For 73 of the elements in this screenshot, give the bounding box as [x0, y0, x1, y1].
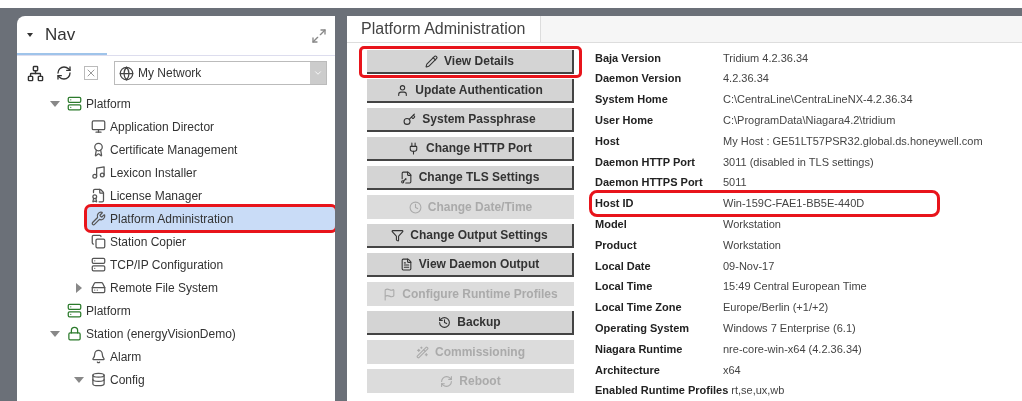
- refresh-icon: [440, 374, 454, 388]
- tree-item[interactable]: Alarm: [87, 345, 150, 368]
- tree-item[interactable]: Station Copier: [87, 230, 195, 253]
- key-icon: [403, 112, 417, 126]
- detail-row-text: Niagara Runtime nre-core-win-x64 (4.2.36.34): [594, 341, 863, 357]
- panel-title: Nav: [45, 23, 76, 46]
- detail-row-text: Local Time 15:49 Central European Time: [594, 279, 868, 295]
- tree-item[interactable]: Certificate Management: [87, 138, 246, 161]
- history-icon: [438, 315, 452, 329]
- action-button[interactable]: System Passphrase: [367, 108, 574, 133]
- tree-icon[interactable]: [27, 64, 44, 82]
- detail-row-text: Daemon HTTPS Port 5011: [594, 175, 748, 191]
- action-button[interactable]: Change TLS Settings: [367, 166, 574, 191]
- detail-row-text: Local Date 09-Nov-17: [594, 258, 776, 274]
- detail-row-text: System Home C:\CentraLine\CentraLineNX-4.2.36.34: [594, 92, 914, 108]
- action-button[interactable]: View Daemon Output: [367, 253, 574, 278]
- network-dropdown[interactable]: My Network: [114, 61, 327, 85]
- copy-icon: [91, 234, 106, 249]
- wand-icon: [416, 345, 429, 359]
- action-button[interactable]: Change HTTP Port: [367, 137, 574, 162]
- action-button[interactable]: View Details: [367, 50, 574, 75]
- detail-row-text: Host My Host : GE51LT57PSR32.global.ds.honeywell.com: [594, 133, 984, 149]
- drive-icon: [91, 280, 106, 295]
- detail-row-text: User Home C:\ProgramData\Niagara4.2\tridium: [594, 113, 897, 128]
- wrench-icon: [91, 211, 106, 226]
- detail-row-text: Operating System Windows 7 Enterprise (6.1): [594, 320, 857, 336]
- tree-item[interactable]: License Manager: [87, 184, 211, 207]
- tree-item[interactable]: Lexicon Installer: [87, 161, 205, 184]
- tree-item[interactable]: TCP/IP Configuration: [87, 253, 232, 276]
- tree-item[interactable]: Remote File System: [87, 276, 227, 299]
- view-title: Platform Administration: [347, 16, 541, 43]
- tree-item[interactable]: Platform: [63, 299, 139, 322]
- tree-item[interactable]: Platform Administration: [87, 207, 335, 230]
- detail-row-text: Daemon Version 4.2.36.34: [594, 71, 770, 87]
- tree-item[interactable]: Config: [87, 368, 153, 391]
- detail-row-text: Local Time Zone Europe/Berlin (+1/+2): [594, 300, 830, 316]
- detail-row-text: Daemon HTTP Port 3011 (disabled in TLS settings): [594, 154, 875, 170]
- detail-row-text: Model Workstation: [594, 216, 782, 232]
- filter-icon: [391, 228, 405, 242]
- detail-row-text: Product Workstation: [594, 237, 782, 253]
- tree-item[interactable]: Platform: [63, 92, 139, 115]
- collapse-icon[interactable]: [76, 282, 82, 293]
- database-icon: [91, 372, 106, 387]
- maximize-icon[interactable]: [311, 27, 327, 44]
- close-icon[interactable]: [84, 66, 98, 80]
- detail-row-text: Architecture x64: [594, 362, 742, 378]
- monitor-icon: [91, 119, 106, 134]
- detail-row-text: Baja Version Tridium 4.2.36.34: [594, 50, 810, 66]
- expand-icon[interactable]: [50, 330, 60, 337]
- action-button[interactable]: Change Output Settings: [367, 224, 574, 249]
- document-icon: [399, 257, 413, 271]
- bell-icon: [91, 349, 106, 364]
- expand-icon[interactable]: [50, 100, 60, 107]
- action-button[interactable]: Update Authentication: [367, 79, 574, 104]
- server-icon: [91, 257, 106, 272]
- globe-icon: [119, 65, 134, 81]
- expand-icon[interactable]: [74, 376, 84, 383]
- license-icon: [91, 188, 106, 203]
- clock-icon: [408, 200, 422, 214]
- note-icon: [91, 165, 106, 180]
- action-button[interactable]: Backup: [367, 311, 574, 336]
- refresh-icon[interactable]: [56, 65, 72, 81]
- user-icon: [396, 83, 410, 97]
- flag-icon: [383, 287, 397, 301]
- detail-row-text: Enabled Runtime Profiles rt,se,ux,wb: [594, 383, 786, 399]
- certificate-icon: [399, 170, 413, 184]
- pencil-icon: [425, 54, 439, 68]
- tree-item[interactable]: Application Director: [87, 115, 223, 138]
- badge-icon: [91, 142, 106, 157]
- tree-item[interactable]: Station (energyVisionDemo): [63, 322, 244, 345]
- detail-row: Host ID Win-159C-FAE1-BB5E-440D: [592, 193, 937, 214]
- chevron-down-icon: [313, 68, 323, 78]
- dropdown-arrow-icon[interactable]: [27, 32, 33, 37]
